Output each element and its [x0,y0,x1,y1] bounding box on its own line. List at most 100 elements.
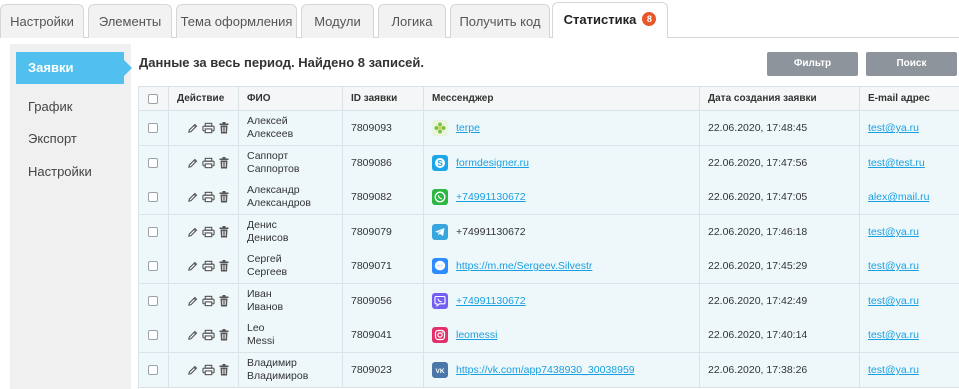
email-link[interactable]: test@ya.ru [868,364,919,376]
pencil-icon[interactable] [187,227,198,238]
trash-icon[interactable] [219,364,229,376]
trash-icon[interactable] [219,260,229,272]
first-name: Иван [247,288,272,300]
messenger-cell: https://m.me/Sergeev.Silvestr [424,249,700,283]
tab-label: Настройки [10,14,74,29]
last-name: Александров [247,197,311,209]
table-row: Саппорт Саппортов 7809086 Sformdesigner.ru 2… [139,146,959,181]
row-checkbox[interactable] [148,330,158,340]
printer-icon[interactable] [202,157,215,169]
messenger-contact[interactable]: +74991130672 [456,295,526,307]
printer-icon[interactable] [202,329,215,341]
created-date: 22.06.2020, 17:42:49 [700,284,860,318]
sidebar-item-chart[interactable]: График [16,91,124,123]
row-checkbox[interactable] [148,123,158,133]
trash-icon[interactable] [219,122,229,134]
tab-logic[interactable]: Логика [378,4,446,38]
messenger-contact[interactable]: https://vk.com/app7438930_30038959 [456,364,635,376]
printer-icon[interactable] [202,364,215,376]
row-checkbox[interactable] [148,261,158,271]
messenger-cell: +74991130672 [424,180,700,214]
email-link[interactable]: alex@mail.ru [868,191,929,203]
sidebar-item-label: Экспорт [28,131,77,146]
column-header-id: ID заявки [343,87,424,110]
table-row: Денис Денисов 7809079 +74991130672 22.06.202… [139,215,959,250]
tab-settings[interactable]: Настройки [0,4,84,38]
email-cell: test@test.ru [860,146,959,180]
pencil-icon[interactable] [187,123,198,134]
sidebar-item-label: Настройки [28,164,92,179]
sidebar-item-settings[interactable]: Настройки [16,156,124,188]
last-name: Саппортов [247,163,300,175]
row-checkbox[interactable] [148,227,158,237]
email-cell: test@ya.ru [860,284,959,318]
email-link[interactable]: test@ya.ru [868,260,919,272]
row-actions [169,318,239,352]
printer-icon[interactable] [202,295,215,307]
filter-button[interactable]: Фильтр [767,52,858,76]
pencil-icon[interactable] [187,192,198,203]
sidebar-item-requests[interactable]: Заявки [16,52,132,84]
tab-modules[interactable]: Модули [301,4,374,38]
email-cell: alex@mail.ru [860,180,959,214]
row-checkbox[interactable] [148,365,158,375]
tab-statistics[interactable]: Статистика 8 [552,2,668,39]
pencil-icon[interactable] [187,330,198,341]
trash-icon[interactable] [219,191,229,203]
row-checkbox-cell [139,111,169,145]
request-id: 7809093 [343,111,424,145]
email-link[interactable]: test@ya.ru [868,226,919,238]
tab-get-code[interactable]: Получить код [450,4,550,38]
email-link[interactable]: test@test.ru [868,157,925,169]
email-cell: test@ya.ru [860,318,959,352]
table-row: Сергей Сергеев 7809071 https://m.me/Sergeev… [139,249,959,284]
row-checkbox[interactable] [148,192,158,202]
row-actions [169,146,239,180]
row-actions [169,180,239,214]
messenger-contact[interactable]: https://m.me/Sergeev.Silvestr [456,260,592,272]
request-id: 7809071 [343,249,424,283]
tab-elements[interactable]: Элементы [88,4,172,38]
pencil-icon[interactable] [187,365,198,376]
row-checkbox[interactable] [148,296,158,306]
printer-icon[interactable] [202,226,215,238]
messenger-contact[interactable]: +74991130672 [456,191,526,203]
row-checkbox-cell [139,215,169,249]
svg-text:S: S [437,159,443,168]
fio-cell: Александр Александров [239,180,343,214]
email-link[interactable]: test@ya.ru [868,329,919,341]
messenger-cell: terpe [424,111,700,145]
tab-theme[interactable]: Тема оформления [176,4,297,38]
pencil-icon[interactable] [187,261,198,272]
messenger-contact[interactable]: terpe [456,122,480,134]
messenger-contact[interactable]: leomessi [456,329,497,341]
sidebar-item-label: График [28,99,73,114]
trash-icon[interactable] [219,157,229,169]
select-all-checkbox[interactable] [148,93,158,104]
messenger-contact[interactable]: formdesigner.ru [456,157,529,169]
last-name: Иванов [247,301,284,313]
fio-cell: Иван Иванов [239,284,343,318]
email-link[interactable]: test@ya.ru [868,122,919,134]
row-checkbox-cell [139,180,169,214]
email-cell: test@ya.ru [860,353,959,387]
printer-icon[interactable] [202,122,215,134]
table-row: Владимир Владимиров 7809023 VK https://vk.co… [139,353,959,388]
printer-icon[interactable] [202,191,215,203]
fio-cell: Сергей Сергеев [239,249,343,283]
trash-icon[interactable] [219,295,229,307]
sidebar-item-label: Заявки [28,60,74,75]
email-link[interactable]: test@ya.ru [868,295,919,307]
request-id: 7809023 [343,353,424,387]
printer-icon[interactable] [202,260,215,272]
pencil-icon[interactable] [187,296,198,307]
search-button[interactable]: Поиск [866,52,957,76]
messenger-cell: +74991130672 [424,284,700,318]
pencil-icon[interactable] [187,158,198,169]
last-name: Сергеев [247,266,288,278]
trash-icon[interactable] [219,226,229,238]
sidebar-item-export[interactable]: Экспорт [16,123,124,155]
trash-icon[interactable] [219,329,229,341]
row-checkbox[interactable] [148,158,158,168]
first-name: Leo [247,322,265,334]
